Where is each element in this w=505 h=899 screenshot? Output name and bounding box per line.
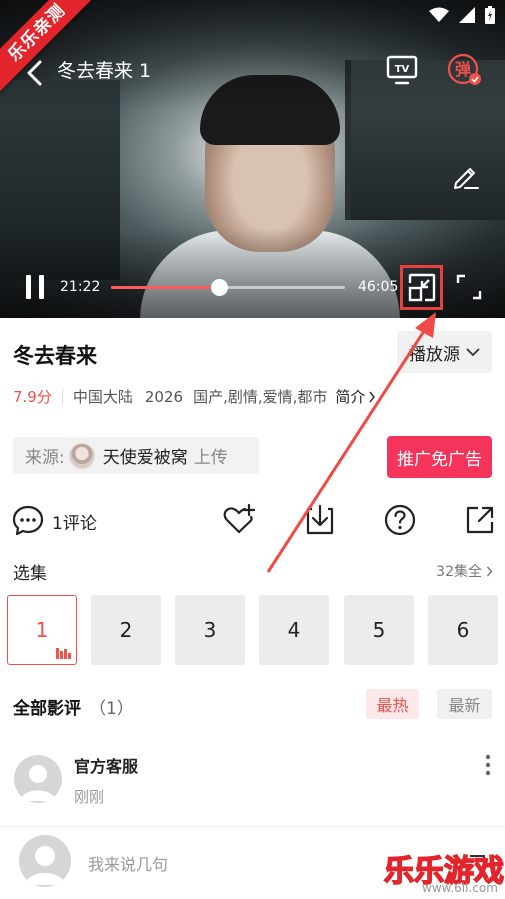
current-time: 21:22 [60,279,101,295]
sort-hot-tab[interactable]: 最热 [366,689,419,719]
promote-ad-free-button[interactable]: 推广免广告 [387,436,492,478]
reviews-count: （1） [89,699,134,719]
commenter-name: 官方客服 [74,757,139,776]
more-vertical-icon[interactable] [480,753,496,777]
favorite-add-icon[interactable] [222,503,256,537]
share-icon[interactable] [463,503,497,537]
pause-icon[interactable] [24,273,46,301]
danmu-toggle-button[interactable]: 弹 [447,52,483,88]
chevron-down-icon [466,348,480,357]
chevron-right-icon [486,566,493,576]
episode-item[interactable]: 5 [344,595,414,665]
episode-number: 6 [456,618,470,642]
episode-number: 4 [287,618,301,642]
uploader-avatar [68,442,95,469]
sort-new-tab[interactable]: 最新 [437,689,492,719]
divider [0,826,505,827]
episode-number: 3 [203,618,217,642]
video-title: 冬去春来 1 [57,60,152,82]
episode-number: 5 [372,618,386,642]
show-genres: 国产,剧情,爱情,都市 [193,388,328,406]
commenter-avatar[interactable] [14,755,62,803]
reviews-header: 全部影评 （1） [13,694,134,719]
source-dropdown[interactable]: 播放源 [397,331,492,373]
fullscreen-icon[interactable] [456,274,482,300]
tv-cast-icon[interactable]: TV [386,54,418,86]
episode-number: 2 [119,618,133,642]
comment-time: 刚刚 [74,788,105,806]
intro-link[interactable]: 简介 [335,386,376,407]
show-year: 2026 [144,387,184,406]
comment-input[interactable]: 我来说几句 [88,851,168,875]
download-icon[interactable] [303,503,337,537]
episode-item[interactable]: 6 [428,595,498,665]
episode-number: 1 [35,618,49,642]
send-icon[interactable] [462,848,492,878]
progress-fill [111,286,219,289]
user-placeholder-icon [20,765,56,801]
mini-window-button[interactable] [400,265,443,310]
uploader-label: 来源: [25,448,65,468]
edit-pencil-icon[interactable] [451,161,481,191]
intro-label: 简介 [335,388,366,406]
user-placeholder-icon [25,846,65,885]
episode-item[interactable]: 2 [91,595,161,665]
battery-icon [485,6,495,24]
episodes-title: 选集 [13,564,47,584]
progress-bar[interactable] [111,279,345,296]
signal-icon [459,7,475,23]
help-icon[interactable] [383,503,417,537]
show-region: 中国大陆 [72,388,133,406]
danmu-label: 弹 [455,60,471,79]
show-rating: 7.9分 [13,388,52,406]
show-title: 冬去春来 [13,344,97,368]
watermark-url: www.6ll.com [422,881,498,895]
episode-item[interactable]: 4 [259,595,329,665]
source-dropdown-label: 播放源 [409,344,460,365]
comment-count[interactable]: 1评论 [52,509,97,534]
episodes-all-link[interactable]: 32集全 [436,561,493,581]
comment-icon[interactable] [11,503,45,537]
uploader-action: 上传 [193,448,228,468]
wifi-icon [429,7,449,22]
picture-in-picture-icon [408,273,436,302]
chevron-right-icon [369,391,376,402]
episodes-total: 32集全 [436,564,482,580]
duration-time: 46:05 [358,279,399,295]
uploader-name: 天使爱被窝 [102,448,188,468]
show-meta: 7.9分 中国大陆 2026 国产,剧情,爱情,都市 简介 [13,386,376,407]
tv-label: TV [395,64,410,75]
episode-item[interactable]: 3 [175,595,245,665]
meta-divider [61,388,63,405]
video-player[interactable]: 冬去春来 1 TV 弹 21:22 46:05 [0,0,505,318]
progress-thumb[interactable] [210,279,228,296]
uploader-tag[interactable]: 来源: 天使爱被窝 上传 [13,437,259,474]
episode-item[interactable]: 1 [7,595,77,665]
my-avatar [19,835,71,887]
danmu-icon: 弹 [447,53,481,85]
reviews-title: 全部影评 [13,699,81,719]
now-playing-icon [56,648,71,659]
